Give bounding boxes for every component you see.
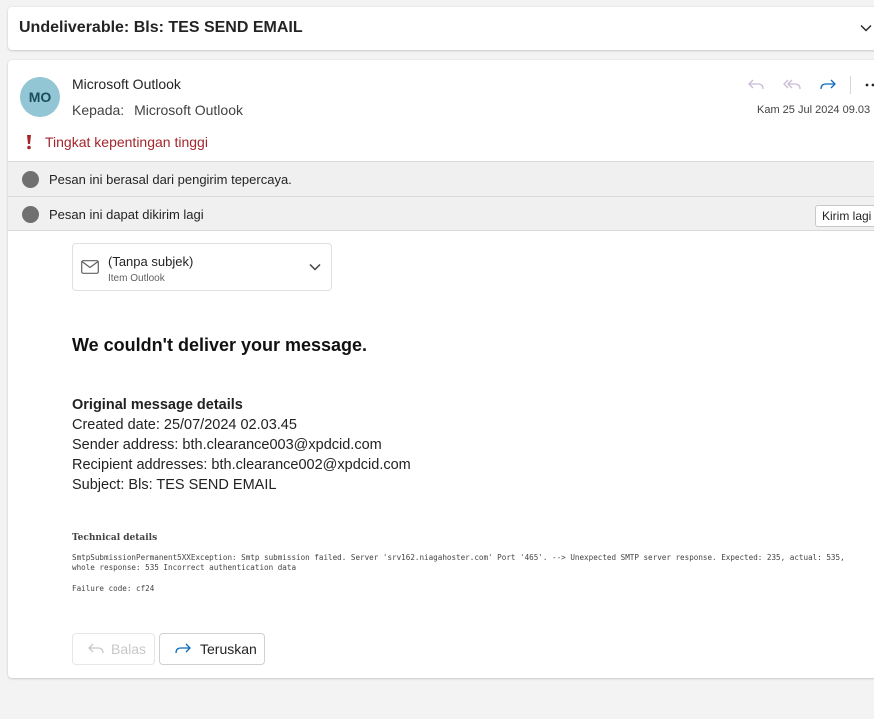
- to-label: Kepada:: [72, 102, 125, 118]
- message-actions: [738, 74, 874, 96]
- recipient-row: Kepada: Microsoft Outlook: [72, 102, 243, 118]
- original-subject: Subject: Bls: TES SEND EMAIL: [72, 477, 277, 493]
- trusted-sender-bar: Pesan ini berasal dari pengirim tepercay…: [8, 161, 874, 196]
- forward-icon: [820, 79, 836, 90]
- reply-icon: [88, 643, 104, 654]
- ndr-headline: We couldn't deliver your message.: [72, 335, 368, 355]
- original-message-details: Original message details Created date: 2…: [72, 395, 411, 495]
- recipient-addresses: Recipient addresses: bth.clearance002@xp…: [72, 457, 411, 473]
- failure-code: Failure code: cf24: [72, 584, 155, 593]
- envelope-icon: [81, 260, 99, 274]
- forward-button[interactable]: [810, 74, 846, 96]
- info-icon: [22, 171, 39, 188]
- info-icon: [22, 206, 39, 223]
- resend-bar: Pesan ini dapat dikirim lagi Kirim lagi: [8, 196, 874, 231]
- footer-reply-button[interactable]: Balas: [72, 633, 155, 665]
- resend-text: Pesan ini dapat dikirim lagi: [49, 207, 204, 222]
- details-title: Original message details: [72, 397, 243, 413]
- recipient-name[interactable]: Microsoft Outlook: [134, 102, 243, 118]
- message-card: MO Microsoft Outlook Kepada: Microsoft O…: [8, 60, 874, 678]
- forward-label: Teruskan: [200, 641, 257, 657]
- attachment-card[interactable]: (Tanpa subjek) Item Outlook: [72, 243, 332, 291]
- sender-name[interactable]: Microsoft Outlook: [72, 76, 181, 92]
- importance-text: Tingkat kepentingan tinggi: [45, 134, 208, 150]
- attachment-subtitle: Item Outlook: [108, 273, 165, 284]
- forward-icon: [175, 643, 191, 654]
- subject-title: Undeliverable: Bls: TES SEND EMAIL: [19, 19, 303, 36]
- subject-bar[interactable]: Undeliverable: Bls: TES SEND EMAIL: [8, 7, 874, 50]
- exclamation-icon: [27, 135, 31, 150]
- reply-all-button[interactable]: [774, 74, 810, 96]
- chevron-down-icon[interactable]: [859, 21, 873, 35]
- sender-address: Sender address: bth.clearance003@xpdcid.…: [72, 437, 382, 453]
- technical-details-text: SmtpSubmissionPermanent5XXException: Smt…: [72, 553, 845, 572]
- reply-icon: [748, 79, 764, 90]
- toolbar-divider: [850, 76, 851, 94]
- reply-button[interactable]: [738, 74, 774, 96]
- message-date: Kam 25 Jul 2024 09.03: [757, 104, 871, 116]
- resend-button[interactable]: Kirim lagi: [815, 205, 874, 227]
- importance-row: Tingkat kepentingan tinggi: [25, 134, 208, 150]
- more-icon: [865, 83, 874, 87]
- reply-all-icon: [783, 79, 801, 90]
- trusted-sender-text: Pesan ini berasal dari pengirim tepercay…: [49, 172, 292, 187]
- chevron-down-icon[interactable]: [308, 260, 322, 274]
- more-actions-button[interactable]: [855, 74, 874, 96]
- technical-details-title: Technical details: [72, 533, 158, 543]
- reply-label: Balas: [111, 641, 147, 657]
- footer-forward-button[interactable]: Teruskan: [159, 633, 265, 665]
- attachment-title: (Tanpa subjek): [108, 254, 194, 269]
- avatar[interactable]: MO: [20, 77, 60, 117]
- created-date: Created date: 25/07/2024 02.03.45: [72, 417, 297, 433]
